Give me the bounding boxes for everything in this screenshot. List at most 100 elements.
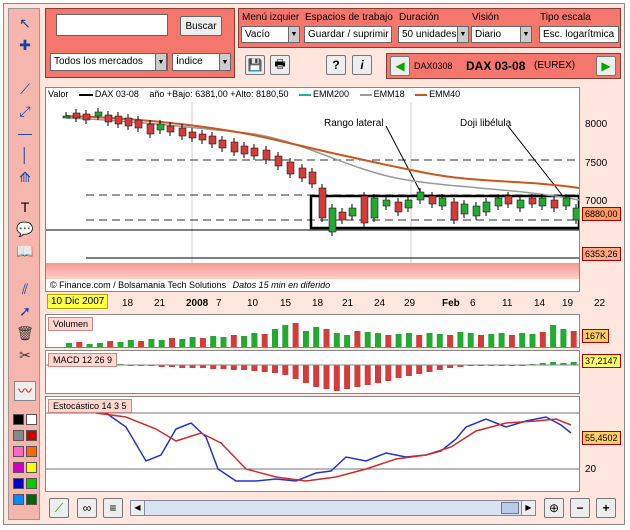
macd-bar [230, 365, 237, 370]
x-tick: 15 [280, 298, 292, 309]
source-delay: Datos 15 min en diferido [232, 280, 331, 290]
volume-bar [127, 340, 134, 347]
zoom-fit-icon[interactable]: ⊕ [544, 498, 564, 518]
volume-bar [395, 334, 402, 347]
volume-bar [272, 329, 278, 347]
info-icon[interactable]: i [352, 55, 372, 75]
chevron-down-icon[interactable]: ▼ [219, 53, 231, 71]
link-icon[interactable]: ∞ [77, 498, 97, 518]
volume-bar [107, 341, 114, 347]
x-tick: 21 [154, 298, 166, 309]
volume-bar [302, 331, 309, 347]
legend-stats: año +Bajo: 6381,00 +Alto: 8180,50 [149, 89, 289, 99]
volume-bar [66, 343, 72, 347]
volume-bar [179, 339, 186, 347]
tools-icon[interactable]: ✂ [14, 345, 36, 365]
line-tool-icon[interactable]: ⟋ [14, 79, 36, 99]
color-palette [12, 413, 38, 509]
zoom-in-icon[interactable]: + [596, 498, 616, 518]
scroll-thumb[interactable] [501, 502, 519, 514]
search-input[interactable] [56, 14, 168, 36]
volume-bar [416, 335, 423, 347]
chevron-down-icon[interactable]: ▼ [520, 26, 532, 43]
book-icon[interactable]: 📖 [14, 241, 36, 261]
text-tool-icon[interactable]: T [14, 197, 36, 217]
chart-legend: Valor DAX 03-08 año +Bajo: 6381,00 +Alto… [48, 89, 460, 99]
chevron-down-icon[interactable]: ▼ [155, 53, 167, 71]
macd-bar [426, 365, 433, 372]
vertical-line-icon[interactable]: │ [14, 145, 36, 165]
channel-tool-icon[interactable]: ⫽ [14, 279, 36, 299]
swatch-green[interactable] [26, 478, 37, 489]
macd-panel[interactable]: MACD 12 26 9 [45, 350, 580, 394]
price-chart[interactable]: Valor DAX 03-08 año +Bajo: 6381,00 +Alto… [45, 87, 581, 292]
cursor-icon[interactable]: ↖ [14, 13, 36, 33]
comment-icon[interactable]: 💬 [14, 219, 36, 239]
market-select[interactable]: Todos los mercados [50, 53, 168, 71]
stoch-last: 55,4502 [582, 431, 621, 445]
volume-bar [158, 340, 165, 347]
swatch-magenta[interactable] [13, 462, 24, 473]
volume-bar [478, 335, 484, 347]
y-tick-7000: 7000 [585, 196, 608, 207]
swatch-pink[interactable] [13, 446, 24, 457]
macd-last: 37,2147 [582, 354, 621, 368]
macd-bar [302, 365, 309, 383]
scroll-right-icon[interactable]: ▶ [521, 501, 535, 515]
swatch-gray[interactable] [13, 430, 24, 441]
swatch-red[interactable] [26, 430, 37, 441]
chevron-down-icon[interactable]: ▼ [457, 26, 469, 43]
stoch-panel[interactable]: Estocástico 14 3 5 [45, 396, 580, 492]
horizontal-scrollbar[interactable]: ◀ ▶ [130, 500, 536, 516]
legend-valor: Valor [48, 89, 69, 99]
volume-bar [323, 329, 330, 347]
swatch-darkgreen[interactable] [26, 494, 37, 505]
swatch-yellow[interactable] [26, 462, 37, 473]
swatch-lightblue[interactable] [13, 494, 24, 505]
espacios-label: Espacios de trabajo [305, 12, 393, 23]
next-instrument-icon[interactable]: ▶ [596, 56, 616, 76]
espacios-select[interactable]: Guardar / suprimir [304, 26, 392, 43]
volume-svg [66, 323, 577, 347]
zoom-cross-icon[interactable]: ✚ [14, 35, 36, 55]
x-tick: 21 [342, 298, 354, 309]
x-tick: 19 [562, 298, 574, 309]
chevron-down-icon[interactable]: ▼ [288, 26, 300, 43]
macd-bar [375, 365, 381, 383]
legend-series: DAX 03-08 [94, 89, 139, 99]
volume-bar [169, 338, 175, 347]
volume-bar [508, 335, 515, 347]
notes-icon[interactable]: ≡ [103, 498, 123, 518]
zoom-out-icon[interactable]: − [570, 498, 590, 518]
arrow-tool-icon[interactable]: ➚ [14, 301, 36, 321]
trend-tool-icon[interactable]: ⤢ [14, 101, 36, 121]
scroll-left-icon[interactable]: ◀ [131, 501, 145, 515]
macd-bar [323, 365, 330, 389]
menu-izq-label: Menú izquier [242, 12, 300, 23]
vision-label: Visión [472, 12, 500, 23]
x-tick: 22 [594, 298, 606, 309]
chart-type-icon[interactable]: 〰 [14, 381, 36, 401]
swatch-white[interactable] [26, 414, 37, 425]
chart-icon[interactable]: ⟋ [49, 498, 69, 518]
print-icon[interactable]: 🖶 [270, 55, 290, 75]
volume-bar [457, 332, 464, 347]
help-icon[interactable]: ? [326, 55, 346, 75]
volume-panel[interactable]: Volumen [45, 314, 580, 348]
prev-instrument-icon[interactable]: ◀ [390, 56, 410, 76]
swatch-orange[interactable] [26, 446, 37, 457]
fan-tool-icon[interactable]: ⟰ [14, 167, 36, 187]
volume-bar [488, 334, 495, 347]
macd-bar [333, 365, 340, 391]
search-button[interactable]: Buscar [180, 16, 222, 36]
volume-bar [560, 329, 567, 347]
volume-bar [241, 336, 248, 347]
swatch-black[interactable] [13, 414, 24, 425]
trash-icon[interactable]: 🗑 [14, 323, 36, 343]
save-icon[interactable]: 💾 [245, 55, 265, 75]
swatch-blue[interactable] [13, 478, 24, 489]
horizontal-line-icon[interactable]: ― [14, 123, 36, 143]
volume-bar [519, 333, 526, 347]
escala-select[interactable]: Esc. logarítmica [539, 26, 619, 43]
x-tick: 2008 [186, 298, 209, 309]
